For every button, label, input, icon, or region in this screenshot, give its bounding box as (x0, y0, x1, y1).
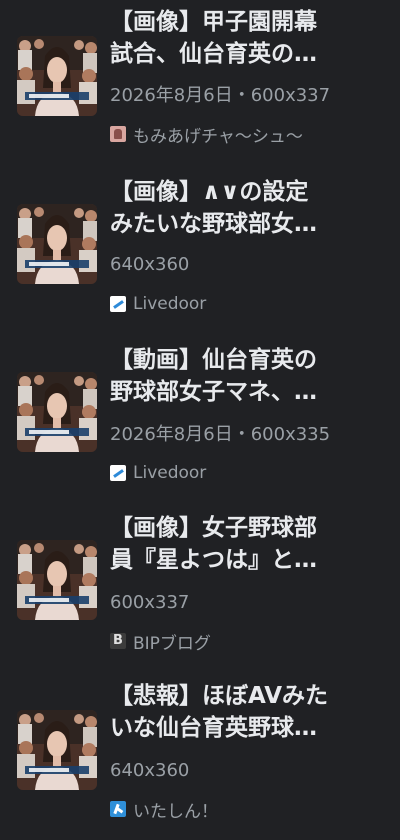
result-title-line: 【画像】女子野球部 (110, 515, 317, 541)
source-name: Livedoor (133, 463, 207, 483)
result-thumbnail[interactable] (17, 540, 97, 620)
result-title-line: 野球部女子マネ、… (110, 379, 317, 405)
result-title-line: 試合、仙台育英の… (110, 41, 317, 67)
result-item[interactable]: 【画像】女子野球部 員『星よつは』と… 600x337 B BIPブログ (0, 504, 400, 672)
result-title-line: 員『星よつは』と… (110, 547, 317, 573)
result-title-line: みたいな野球部女… (110, 211, 317, 237)
result-title-line: 【動画】仙台育英の (110, 347, 317, 373)
result-title[interactable]: 【動画】仙台育英の 野球部女子マネ、… (110, 344, 380, 408)
source-name: BIPブログ (133, 633, 211, 654)
result-title[interactable]: 【画像】∧∨の設定 みたいな野球部女… (110, 176, 380, 240)
result-title-line: いな仙台育英野球… (110, 715, 317, 741)
result-title-line: 【画像】甲子園開幕 (110, 9, 317, 35)
source-name: Livedoor (133, 294, 207, 314)
image-results-list: 【画像】甲子園開幕 試合、仙台育英の… 2026年8月6日・600x337 もみ… (0, 0, 400, 840)
result-source[interactable]: もみあげチャ〜シュ〜 (110, 124, 303, 147)
source-name: もみあげチャ〜シュ〜 (133, 126, 303, 147)
itashin-favicon-icon (110, 801, 126, 817)
livedoor-favicon-icon (110, 465, 126, 481)
result-thumbnail[interactable] (17, 710, 97, 790)
livedoor-favicon-icon (110, 296, 126, 312)
result-source[interactable]: Livedoor (110, 463, 206, 483)
result-source[interactable]: Livedoor (110, 294, 206, 314)
result-source[interactable]: いたしん！ (110, 799, 218, 822)
result-source[interactable]: B BIPブログ (110, 631, 211, 654)
source-name: いたしん！ (133, 801, 218, 822)
result-item[interactable]: 【画像】甲子園開幕 試合、仙台育英の… 2026年8月6日・600x337 もみ… (0, 0, 400, 168)
momiage-favicon-icon (110, 126, 126, 142)
result-title-line: 【画像】∧∨の設定 (110, 179, 309, 205)
result-thumbnail[interactable] (17, 372, 97, 452)
result-meta: 600x337 (110, 592, 190, 613)
result-meta: 640x360 (110, 254, 190, 275)
result-item[interactable]: 【動画】仙台育英の 野球部女子マネ、… 2026年8月6日・600x335 Li… (0, 336, 400, 504)
result-meta: 640x360 (110, 760, 190, 781)
result-title[interactable]: 【画像】女子野球部 員『星よつは』と… (110, 512, 380, 576)
result-title-line: 【悲報】ほぼAVみた (110, 683, 329, 709)
result-item[interactable]: 【画像】∧∨の設定 みたいな野球部女… 640x360 Livedoor (0, 168, 400, 336)
result-title[interactable]: 【画像】甲子園開幕 試合、仙台育英の… (110, 6, 380, 70)
result-thumbnail[interactable] (17, 204, 97, 284)
result-item[interactable]: 【悲報】ほぼAVみた いな仙台育英野球… 640x360 いたしん！ (0, 672, 400, 840)
result-meta: 2026年8月6日・600x335 (110, 424, 331, 445)
result-meta: 2026年8月6日・600x337 (110, 85, 331, 106)
result-thumbnail[interactable] (17, 36, 97, 116)
bip-favicon-icon: B (110, 633, 126, 649)
result-title[interactable]: 【悲報】ほぼAVみた いな仙台育英野球… (110, 680, 380, 744)
